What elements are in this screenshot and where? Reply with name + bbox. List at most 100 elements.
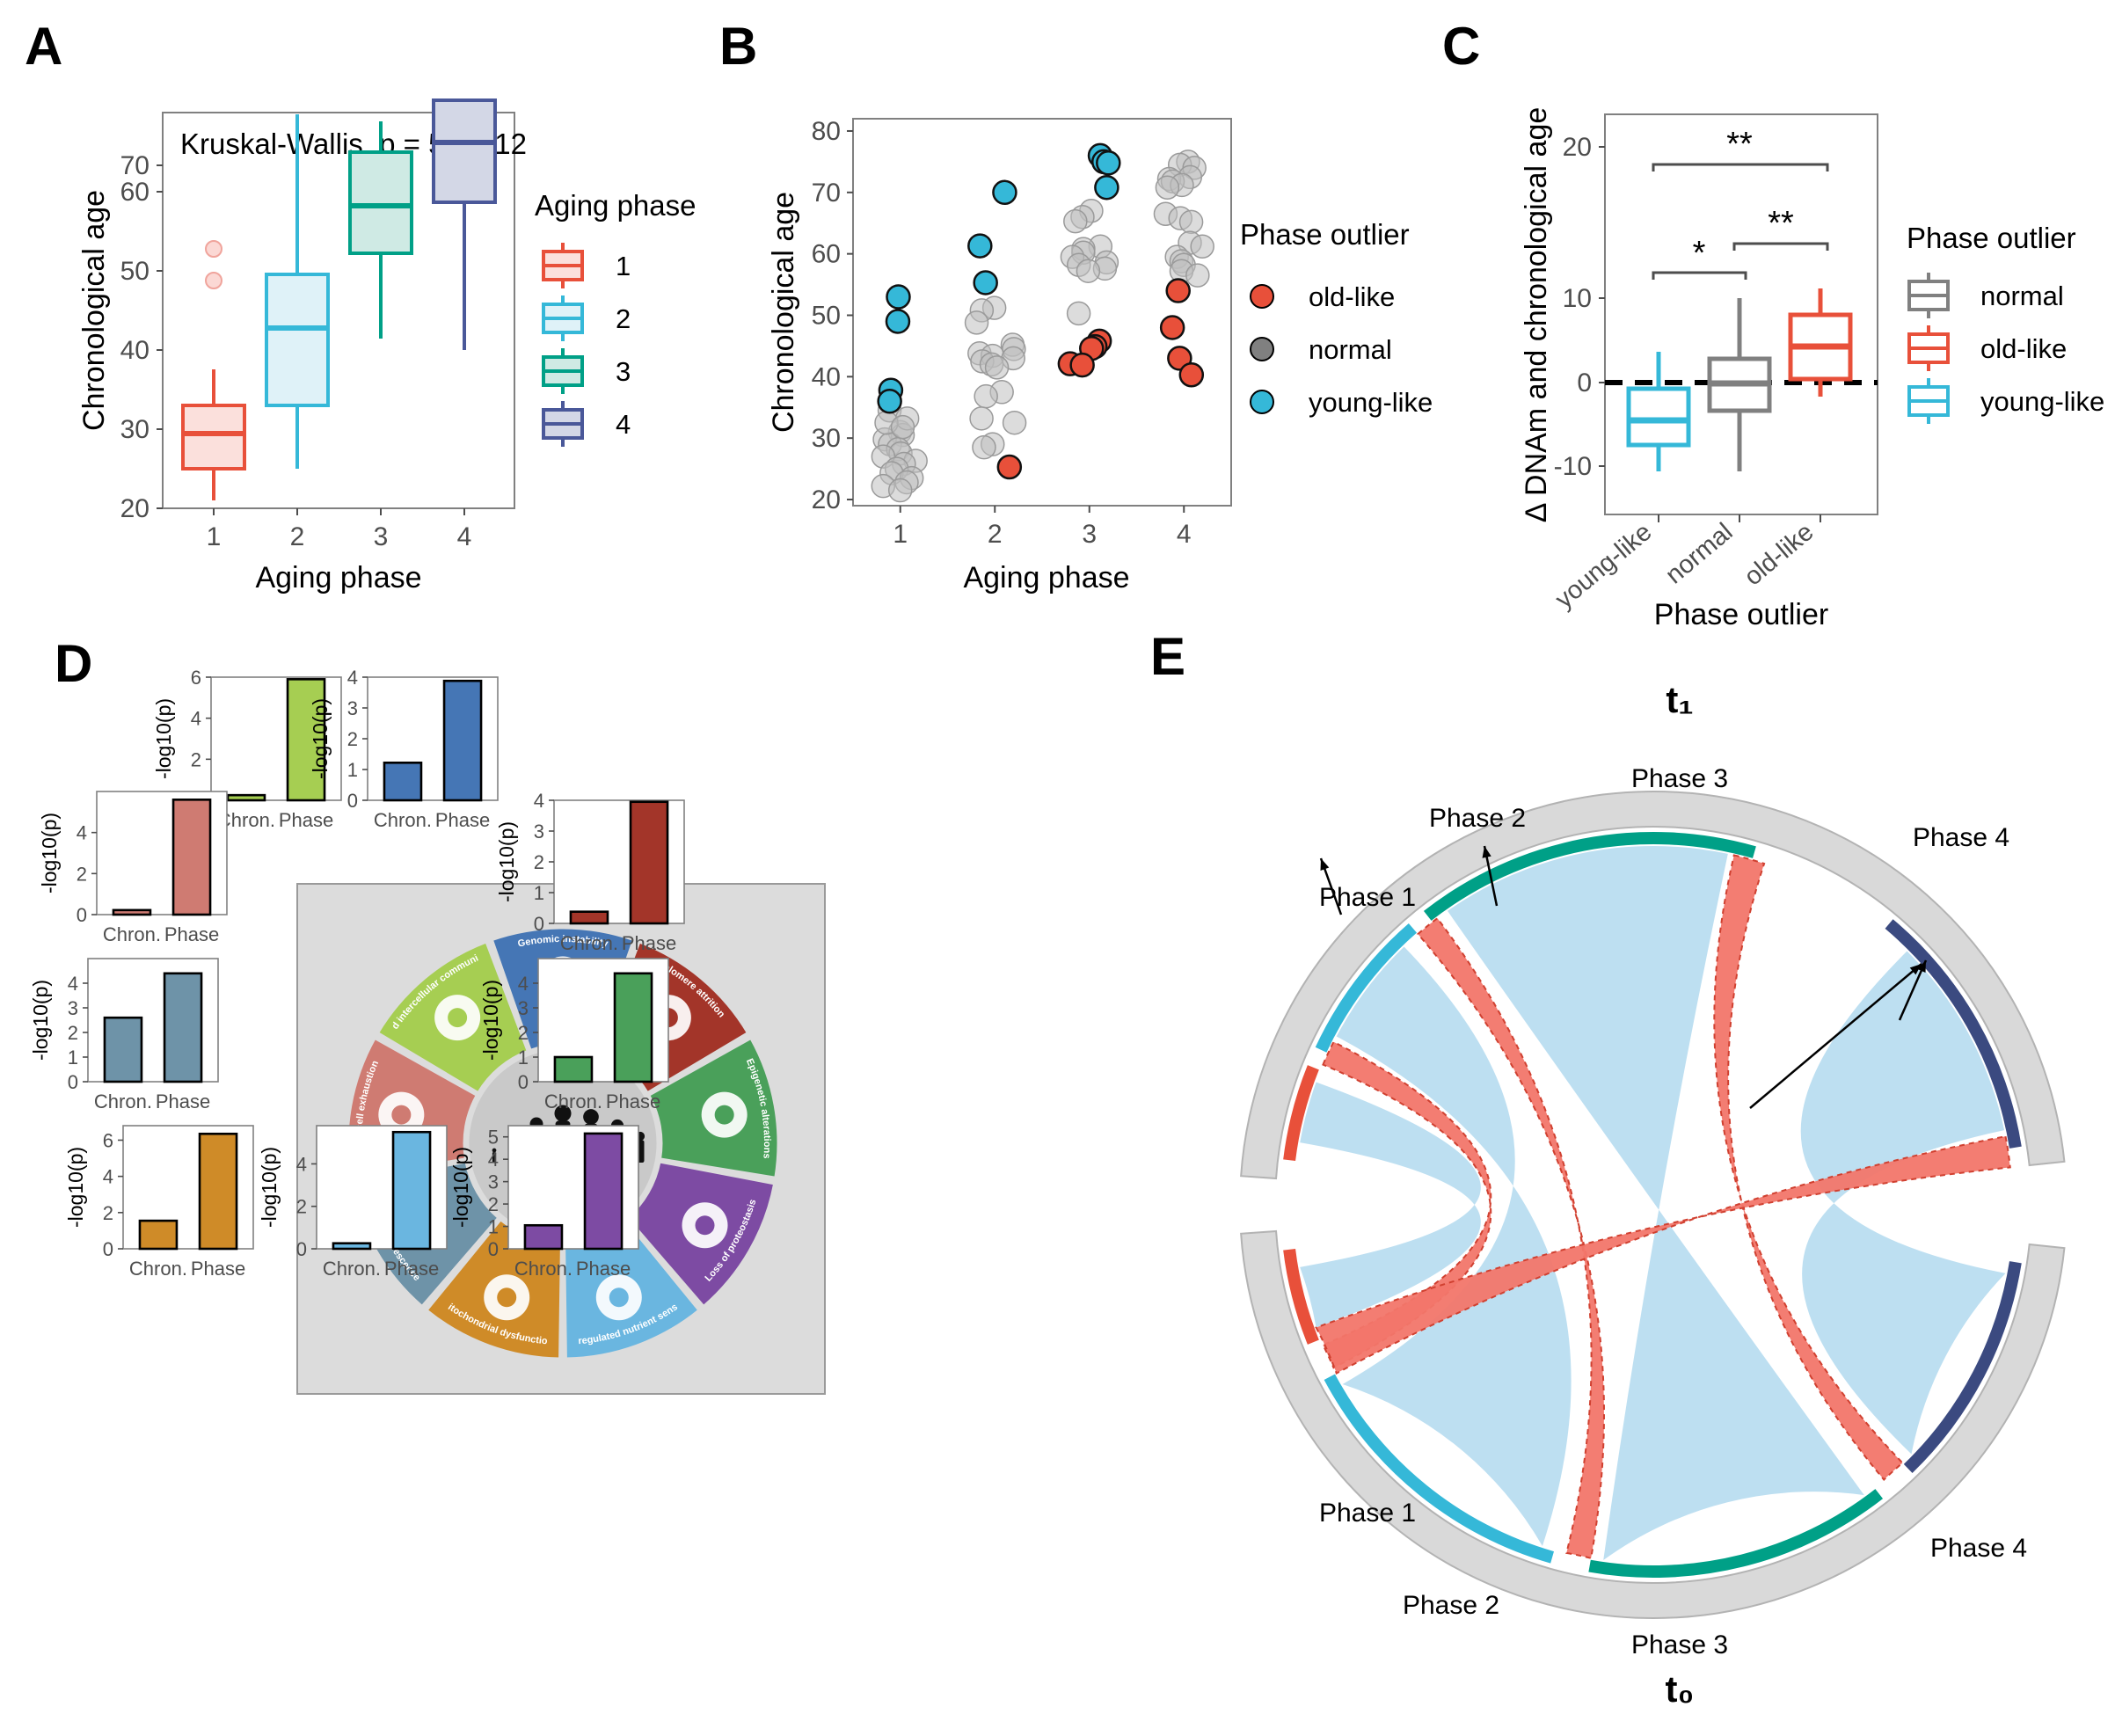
bar-ytick: 2 [191, 748, 201, 770]
panel-a-legend-item-1[interactable]: 1 [542, 243, 631, 288]
bar-ylabel: -log10(p) [495, 821, 518, 902]
bar-ytick: 2 [488, 1193, 499, 1215]
cutlery-icon [595, 1274, 642, 1321]
bar-ytick: 4 [296, 1153, 307, 1175]
bar-ytick: 6 [191, 667, 201, 689]
bar [163, 972, 203, 1083]
bar-ytick: 2 [518, 1022, 529, 1044]
bar-ylabel: -log10(p) [479, 980, 502, 1061]
bar-ytick: 4 [518, 973, 529, 995]
panel-a-legend-label-4: 4 [616, 409, 631, 440]
panel-c-legend-item-normal[interactable]: normal [1907, 273, 2064, 318]
bar-ylabel: -log10(p) [29, 980, 52, 1061]
bar-xtick: Chron. [103, 923, 161, 945]
panel-letter-e: E [1150, 627, 1186, 686]
bar-xtick: Phase [606, 1090, 660, 1112]
bar-ytick: 0 [534, 913, 544, 935]
chord-phase-label: Phase 3 [1631, 1630, 1728, 1659]
panel-c-ytick-0: -10 [1554, 452, 1592, 481]
panel-b-legend-item-old-like[interactable]: old-like [1250, 281, 1395, 312]
bar-xtick: Chron. [374, 809, 432, 831]
scatter-point [887, 478, 913, 503]
scatter-point [885, 309, 911, 334]
panel-c-ytick-1: 0 [1577, 368, 1592, 398]
panel-a-legend-item-3[interactable]: 3 [542, 348, 631, 394]
scatter-point [1155, 175, 1180, 200]
bar [629, 800, 669, 925]
panel-c-legend-label-3: young-like [1980, 386, 2104, 417]
panel-a-legend-item-2[interactable]: 2 [542, 295, 631, 341]
scatter-point [974, 383, 998, 409]
scatter-point [969, 406, 994, 431]
bar-xtick: Chron. [544, 1090, 602, 1112]
panel-a-xtick-3: 3 [374, 522, 389, 551]
bar-xtick: Chron. [323, 1258, 381, 1280]
bar-ytick: 3 [347, 697, 358, 719]
scatter-point [996, 454, 1023, 480]
chord-phase-label: Phase 4 [1913, 823, 2009, 852]
scatter-point [1185, 263, 1210, 288]
bar [332, 1242, 372, 1251]
bar [383, 762, 423, 802]
panel-b-legend-label-1: old-like [1309, 281, 1395, 312]
panel-b-ytick: 50 [812, 301, 841, 330]
panel-c-ytick-2: 10 [1563, 284, 1592, 313]
scatter-point [1094, 174, 1119, 201]
bar [103, 1016, 143, 1083]
panel-a-legend-item-4[interactable]: 4 [542, 401, 631, 447]
panel-d: Genomic instabilityTelomere attritionEpi… [0, 667, 879, 1736]
bar-ytick: 0 [103, 1238, 113, 1260]
bar-ytick: 0 [347, 790, 358, 812]
panel-c-legend-item-young-like[interactable]: young-like [1907, 378, 2104, 424]
bar-ytick: 4 [68, 973, 78, 995]
panel-a-xtick-2: 2 [290, 522, 305, 551]
panel-a-xtick-4: 4 [457, 522, 472, 551]
bar-ytick: 2 [347, 728, 358, 750]
bar-ytick: 3 [534, 821, 544, 842]
bar-ytick: 2 [68, 1022, 78, 1044]
bar-ytick: 0 [518, 1071, 529, 1093]
panel-b-xlabel: Aging phase [963, 561, 1129, 594]
scatter-point [890, 414, 915, 440]
panel-a-legend-label-2: 2 [616, 303, 631, 334]
barchart-mitochondrial-dysfunction: 0 2 4 6 Chron. Phase -log10(p) [64, 1125, 254, 1280]
panel-a: 20 30 40 50 60 70 70 Kruskal-Wallis, p =… [0, 0, 721, 616]
scatter-point [886, 284, 911, 310]
bar [391, 1130, 432, 1251]
bar-ytick: 2 [77, 863, 87, 885]
bar-xtick: Phase [164, 923, 219, 945]
bar-xtick: Chron. [514, 1258, 573, 1280]
panel-b-svg: 20 30 40 50 60 70 80 1 2 3 4 Aging phase Chronolog… [767, 117, 1433, 594]
bar-xtick: Phase [191, 1258, 245, 1280]
scatter-point [992, 179, 1017, 206]
panel-c-legend-label-2: old-like [1980, 333, 2067, 364]
panel-e: t₁ t₀ Phase 3 Phase 2 Phase 1 Phase 4 Phase … [1187, 651, 2115, 1736]
bar-ytick: 4 [488, 1149, 499, 1171]
bar-ytick: 4 [191, 708, 201, 730]
chord-phase-label: Phase 1 [1319, 883, 1416, 912]
panel-a-legend-label-1: 1 [616, 251, 631, 281]
panel-b-ytick: 60 [812, 240, 841, 269]
panel-c-xlabel: Phase outlier [1654, 598, 1828, 631]
bar-xtick: Chron. [94, 1090, 152, 1112]
chord-phase-label: Phase 4 [1930, 1534, 2027, 1563]
panel-a-x-axis: 1 2 3 4 [207, 508, 472, 551]
scatter-point [877, 389, 902, 414]
panel-c-sig-label-2: ** [1768, 205, 1794, 242]
bar-xtick: Phase [576, 1258, 631, 1280]
panel-c-legend-item-old-like[interactable]: old-like [1907, 325, 2067, 371]
bar-ytick: 2 [534, 851, 544, 873]
bar-ylabel: -log10(p) [152, 698, 175, 779]
transition-arrowhead [1320, 858, 1330, 871]
panel-b-legend-item-young-like[interactable]: young-like [1250, 387, 1433, 418]
panel-a-ytick-1: 30 [120, 415, 150, 444]
protein-icon [682, 1202, 728, 1249]
scatter-point [1190, 234, 1214, 259]
panel-b-legend-item-normal[interactable]: normal [1250, 334, 1392, 365]
panel-c-xtick-1: young-like [1550, 518, 1658, 614]
panel-c-legend-label-1: normal [1980, 281, 2064, 311]
bar [613, 972, 653, 1083]
scatter-point [1159, 315, 1185, 340]
barchart-stem-cell-exhaustion: 0 2 4 Chron. Phase -log10(p) [38, 791, 228, 945]
chord-phase-label: Phase 3 [1631, 764, 1728, 793]
